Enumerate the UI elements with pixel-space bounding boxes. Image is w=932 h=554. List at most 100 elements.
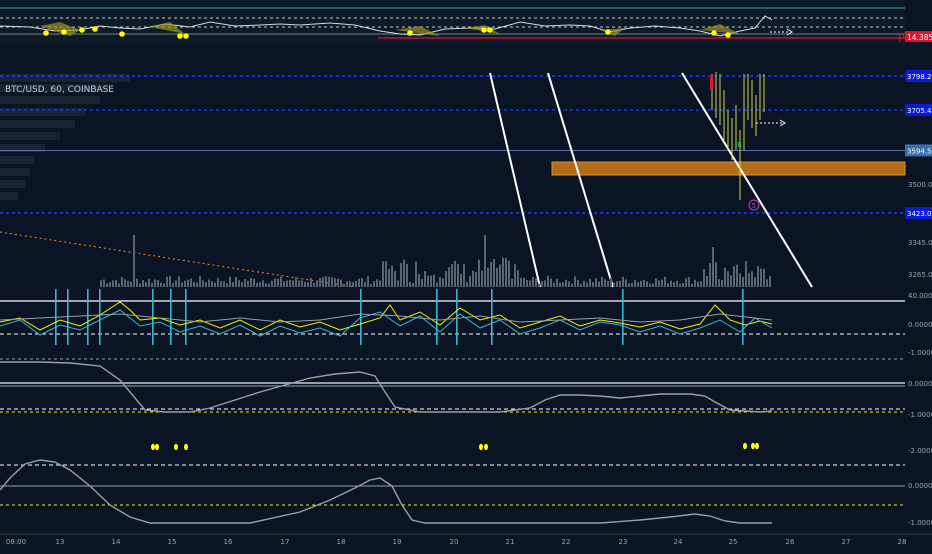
- volume-bar: [406, 263, 408, 287]
- volume-bar: [595, 278, 597, 287]
- volume-bar: [511, 278, 513, 287]
- volume-bar: [553, 282, 555, 287]
- volume-bar: [307, 282, 309, 287]
- top-marker: [725, 32, 731, 38]
- volume-profile-bar: [0, 168, 30, 176]
- volume-bar: [529, 280, 531, 287]
- volume-bar: [598, 281, 600, 287]
- volume-bar: [319, 277, 321, 287]
- volume-bar: [223, 281, 225, 287]
- volume-bar: [103, 279, 105, 287]
- signal-marker: [174, 443, 178, 451]
- volume-bar: [193, 281, 195, 287]
- volume-bar: [337, 278, 339, 287]
- volume-bar: [364, 281, 366, 287]
- volume-bar: [460, 273, 462, 287]
- osc1-tick-label: 0.0000: [908, 321, 932, 329]
- signal-marker: [743, 442, 747, 450]
- volume-bar: [574, 276, 576, 287]
- volume-bar: [208, 279, 210, 287]
- volume-bar: [421, 278, 423, 287]
- signal-marker: [484, 443, 488, 451]
- volume-bar: [673, 282, 675, 287]
- volume-bar: [142, 280, 144, 287]
- volume-bar: [379, 280, 381, 287]
- top-marker: [177, 33, 183, 39]
- top-marker: [407, 30, 413, 36]
- volume-bar: [514, 264, 516, 287]
- volume-bar: [187, 279, 189, 287]
- volume-bar: [550, 278, 552, 287]
- volume-bar: [748, 273, 750, 287]
- volume-bar: [301, 280, 303, 287]
- volume-bar: [652, 283, 654, 287]
- volume-bar: [670, 280, 672, 287]
- osc3-tick-label: 0.0000: [908, 482, 932, 490]
- volume-bar: [253, 278, 255, 287]
- volume-bar: [190, 278, 192, 287]
- top-panel-badge-label: P: [898, 32, 905, 45]
- wave-label-5: 5: [752, 202, 756, 210]
- symbol-label: BTC/USD, 60, COINBASE: [5, 85, 114, 95]
- volume-bar: [367, 276, 369, 287]
- volume-bar: [184, 280, 186, 287]
- volume-bar: [400, 262, 402, 287]
- volume-bar: [457, 264, 459, 287]
- volume-bar: [448, 267, 450, 287]
- volume-bar: [217, 277, 219, 287]
- chart-canvas[interactable]: P 14.3857 BTC/USD, 60, COINBASE 3798.27 3…: [0, 0, 932, 550]
- volume-bar: [391, 265, 393, 287]
- volume-bar: [322, 277, 324, 287]
- volume-bar: [220, 281, 222, 287]
- volume-bar: [589, 278, 591, 287]
- volume-bar: [310, 278, 312, 287]
- osc3-tick-label: -2.0000: [908, 447, 932, 455]
- top-marker: [605, 29, 611, 35]
- volume-bar: [601, 276, 603, 287]
- volume-bar: [340, 279, 342, 287]
- volume-bar: [415, 261, 417, 287]
- volume-profile-bar: [0, 132, 60, 140]
- volume-bar: [469, 275, 471, 287]
- volume-profile-bar: [0, 96, 100, 104]
- volume-bar: [271, 280, 273, 287]
- volume-bar: [229, 276, 231, 287]
- osc1-spike: [360, 289, 362, 345]
- x-axis-label: 23: [619, 538, 628, 546]
- volume-bar: [766, 279, 768, 287]
- volume-bar: [481, 270, 483, 287]
- x-axis-label: 15: [168, 538, 177, 546]
- volume-bar: [535, 278, 537, 287]
- volume-bar: [427, 275, 429, 287]
- price-level-label: 3705.42: [907, 107, 932, 115]
- volume-bar: [232, 282, 234, 287]
- osc1-spike: [436, 289, 438, 345]
- volume-bar: [118, 283, 120, 287]
- volume-bar: [283, 281, 285, 287]
- volume-bar: [226, 283, 228, 287]
- volume-bar: [751, 271, 753, 287]
- volume-bar: [139, 283, 141, 287]
- volume-bar: [385, 261, 387, 287]
- volume-bar: [571, 283, 573, 287]
- volume-bar: [688, 277, 690, 287]
- volume-bar: [289, 280, 291, 287]
- volume-bar: [256, 282, 258, 287]
- volume-bar: [541, 281, 543, 287]
- volume-bar: [445, 271, 447, 287]
- price-tick-label: 3500.00: [908, 181, 932, 189]
- x-axis-label: 25: [729, 538, 738, 546]
- volume-bar: [160, 282, 162, 287]
- volume-bar: [538, 283, 540, 287]
- candle-body-red: [710, 76, 713, 90]
- osc2-tick-label: 0.0000: [908, 380, 932, 388]
- volume-bar: [328, 276, 330, 287]
- volume-bar: [130, 281, 132, 287]
- volume-bar: [388, 268, 390, 287]
- volume-bar: [238, 280, 240, 287]
- x-axis-label: 14: [112, 538, 121, 546]
- support-zone[interactable]: [551, 161, 906, 176]
- volume-bar: [508, 260, 510, 287]
- volume-bar: [394, 271, 396, 287]
- volume-bar: [739, 273, 741, 287]
